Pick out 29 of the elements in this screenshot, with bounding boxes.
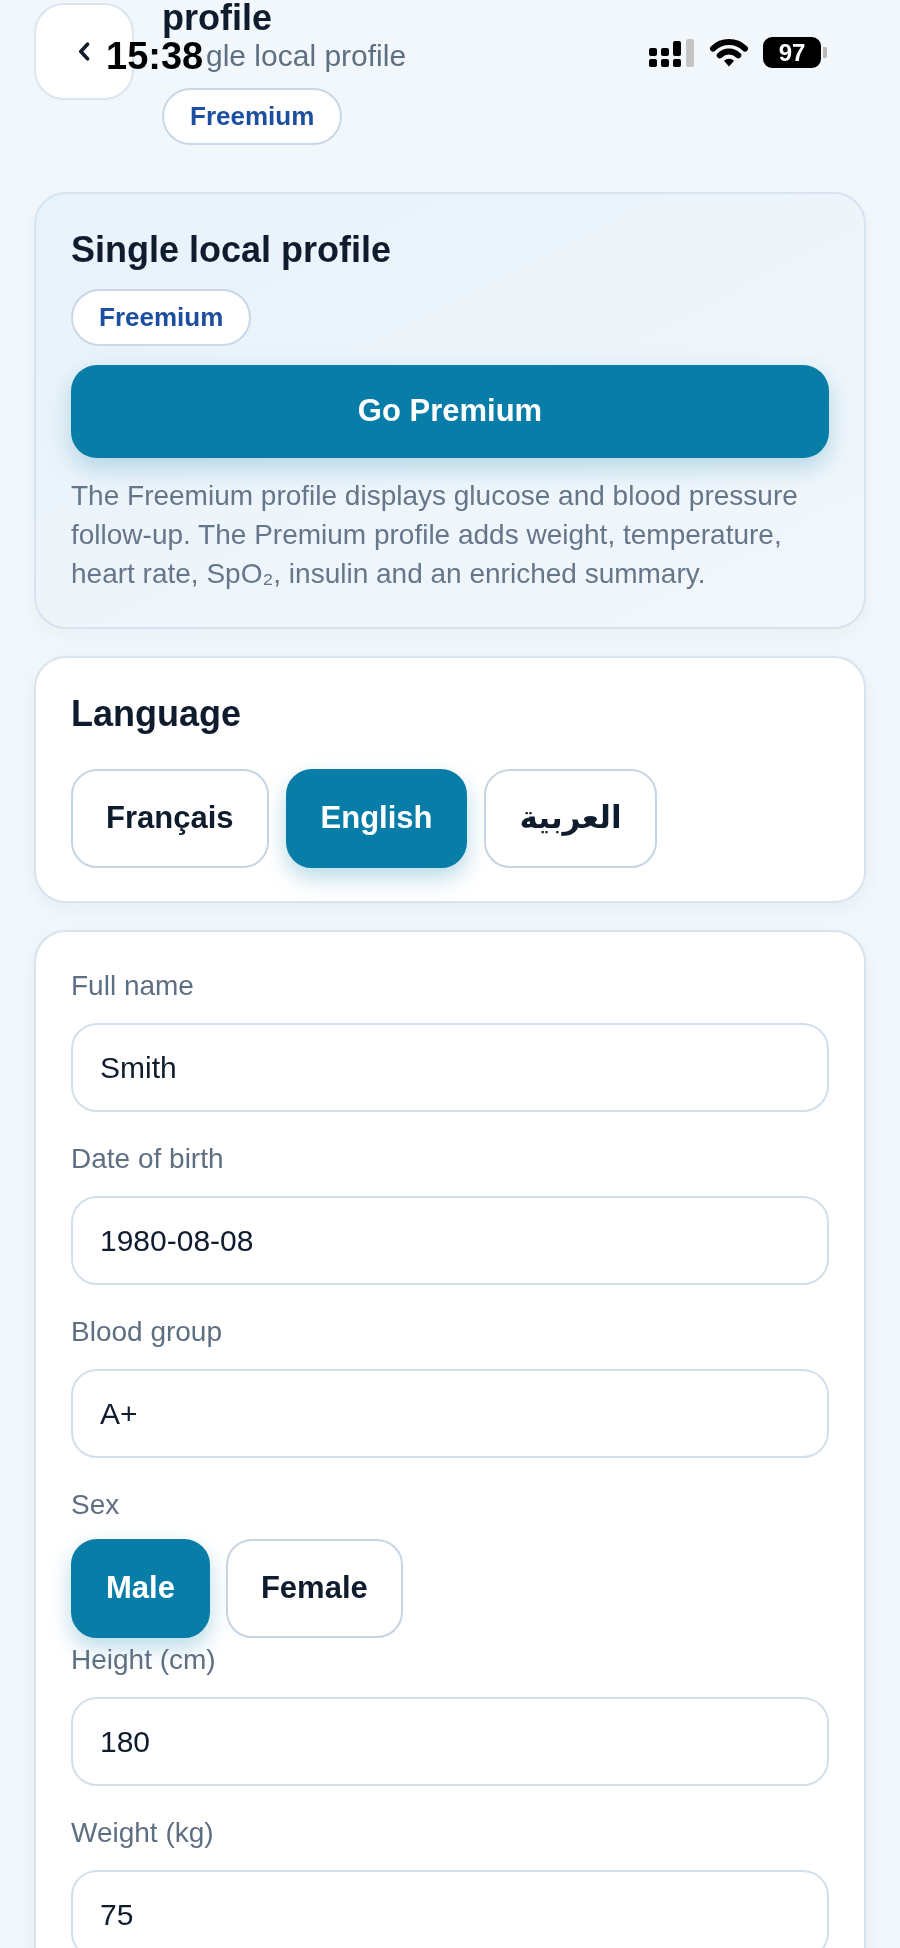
sex-option[interactable]: Male bbox=[71, 1539, 210, 1638]
language-option[interactable]: Français bbox=[71, 769, 269, 868]
wifi-icon bbox=[709, 38, 749, 67]
text-field[interactable]: A+ bbox=[71, 1369, 829, 1458]
text-field[interactable]: 75 bbox=[71, 1870, 829, 1948]
field-label: Sex bbox=[71, 1488, 121, 1522]
text-field[interactable]: Smith bbox=[71, 1023, 829, 1112]
text-field[interactable]: 180 bbox=[71, 1697, 829, 1786]
language-option[interactable]: English bbox=[285, 769, 468, 868]
battery-percentage: 97 bbox=[778, 40, 806, 65]
page-title: profile bbox=[162, 0, 272, 36]
signal-icon bbox=[649, 38, 695, 67]
field-label: Weight (kg) bbox=[71, 1816, 215, 1850]
text-field[interactable]: 1980-08-08 bbox=[71, 1196, 829, 1285]
field-label: Height (cm) bbox=[71, 1643, 217, 1677]
plan-badge: Freemium bbox=[71, 289, 252, 346]
field-label: Full name bbox=[71, 969, 195, 1003]
field-label: Date of birth bbox=[71, 1142, 225, 1176]
card-title: Language bbox=[71, 693, 242, 735]
plan-description: The Freemium profile displays glucose and blood pressure follow-up. The Premium profile adds weight, temperature, heart rate, SpO₂, insulin and an enriched summary. bbox=[71, 479, 799, 591]
sex-option[interactable]: Female bbox=[225, 1539, 403, 1638]
page-subtitle: gle local profile bbox=[206, 38, 407, 74]
language-option[interactable]: العربية bbox=[484, 769, 657, 868]
plan-badge: Freemium bbox=[162, 88, 343, 145]
go-premium-button[interactable]: Go Premium bbox=[71, 365, 829, 458]
card-title: Single local profile bbox=[71, 229, 393, 271]
chevron-left-icon bbox=[78, 42, 90, 61]
field-label: Blood group bbox=[71, 1315, 223, 1349]
status-time: 15:38 bbox=[106, 37, 204, 75]
